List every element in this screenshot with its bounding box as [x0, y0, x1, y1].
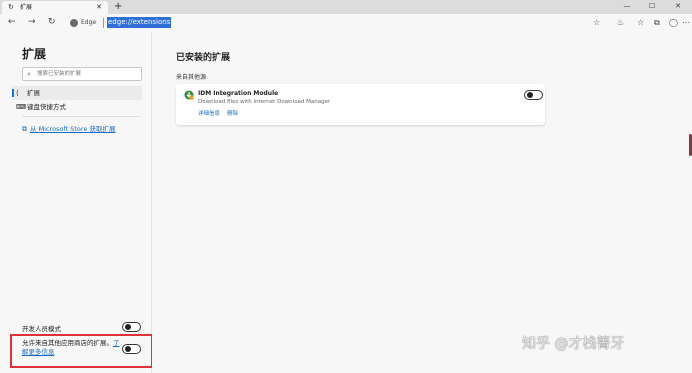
search-box[interactable]: ⌕ [22, 67, 142, 81]
section-label: 来自其他源 [176, 74, 207, 81]
tab-title: 扩展 [20, 4, 33, 11]
extension-card: IDM Integration Module Download files wi… [176, 84, 545, 125]
sidebar-divider [22, 116, 140, 117]
close-tab-icon[interactable]: ✕ [96, 1, 102, 14]
main-content: 已安装的扩展 来自其他源 IDM Integration Module Down… [152, 32, 692, 373]
dev-mode-label: 开发人员模式 [22, 325, 61, 333]
toggle-knob [527, 92, 533, 98]
remove-link[interactable]: 删除 [227, 109, 238, 117]
minimize-button[interactable]: — [617, 0, 637, 13]
collections-icon[interactable]: ♨ [617, 14, 624, 31]
details-link[interactable]: 详细信息 [198, 109, 220, 117]
favorites-icon[interactable]: ☆ [637, 14, 644, 31]
tab-extensions[interactable]: ↻ 扩展 ✕ [2, 1, 108, 14]
edge-logo-icon [70, 19, 78, 27]
refresh-icon: ↻ [8, 3, 14, 11]
back-button[interactable]: ← [8, 14, 16, 31]
profile-icon[interactable]: ◯ [669, 14, 678, 31]
dev-mode-toggle[interactable] [122, 322, 141, 332]
more-icon[interactable]: ⋯ [682, 14, 690, 31]
extension-description: Download files with Internet Download Ma… [198, 99, 331, 105]
search-input[interactable] [37, 69, 135, 78]
sidebar-item-keyboard-shortcuts[interactable]: ⌨ 键盘快捷方式 [12, 100, 142, 114]
active-indicator [12, 89, 14, 97]
search-icon: ⌕ [27, 70, 31, 78]
browser-label: Edge [81, 19, 97, 26]
star-icon[interactable]: ☆ [593, 14, 600, 31]
sidebar: 扩展 ⌕ ⟨ 扩展 ⌨ 键盘快捷方式 ⧉从 Microsoft Store 获取… [0, 32, 153, 373]
idm-icon [184, 90, 194, 100]
store-link-label: 从 Microsoft Store 获取扩展 [30, 125, 116, 133]
extension-enable-toggle[interactable] [524, 90, 543, 100]
extension-name: IDM Integration Module [198, 90, 279, 97]
sidebar-title: 扩展 [22, 47, 47, 61]
sidebar-item-label: 扩展 [27, 89, 40, 97]
store-link[interactable]: ⧉ 从 Microsoft Store 获取扩展 [22, 123, 115, 134]
url-field[interactable]: edge://extensions [107, 17, 172, 28]
watermark: 知乎 @才栈箐牙 [522, 336, 625, 352]
address-separator [103, 18, 104, 28]
forward-button[interactable]: → [28, 14, 36, 31]
extension-icon: ⟨ [16, 89, 19, 97]
title-bar: ↻ 扩展 ✕ + — ☐ ✕ [0, 0, 692, 14]
address-bar: ← → ↻ Edge edge://extensions ☆ ♨ ☆ ⧉ ◯ ⋯ [0, 14, 692, 33]
sidebar-item-extensions[interactable]: ⟨ 扩展 [12, 86, 142, 100]
annotation-highlight-box [10, 334, 153, 368]
store-icon: ⧉ [22, 125, 27, 133]
toggle-knob [125, 324, 131, 330]
page-title: 已安装的扩展 [176, 53, 231, 63]
share-icon[interactable]: ⧉ [654, 14, 660, 31]
new-tab-button[interactable]: + [114, 0, 122, 13]
sidebar-item-label: 键盘快捷方式 [27, 103, 66, 111]
reload-button[interactable]: ↻ [48, 14, 56, 31]
close-window-button[interactable]: ✕ [668, 0, 688, 13]
maximize-button[interactable]: ☐ [642, 0, 662, 13]
keyboard-icon: ⌨ [16, 103, 27, 111]
